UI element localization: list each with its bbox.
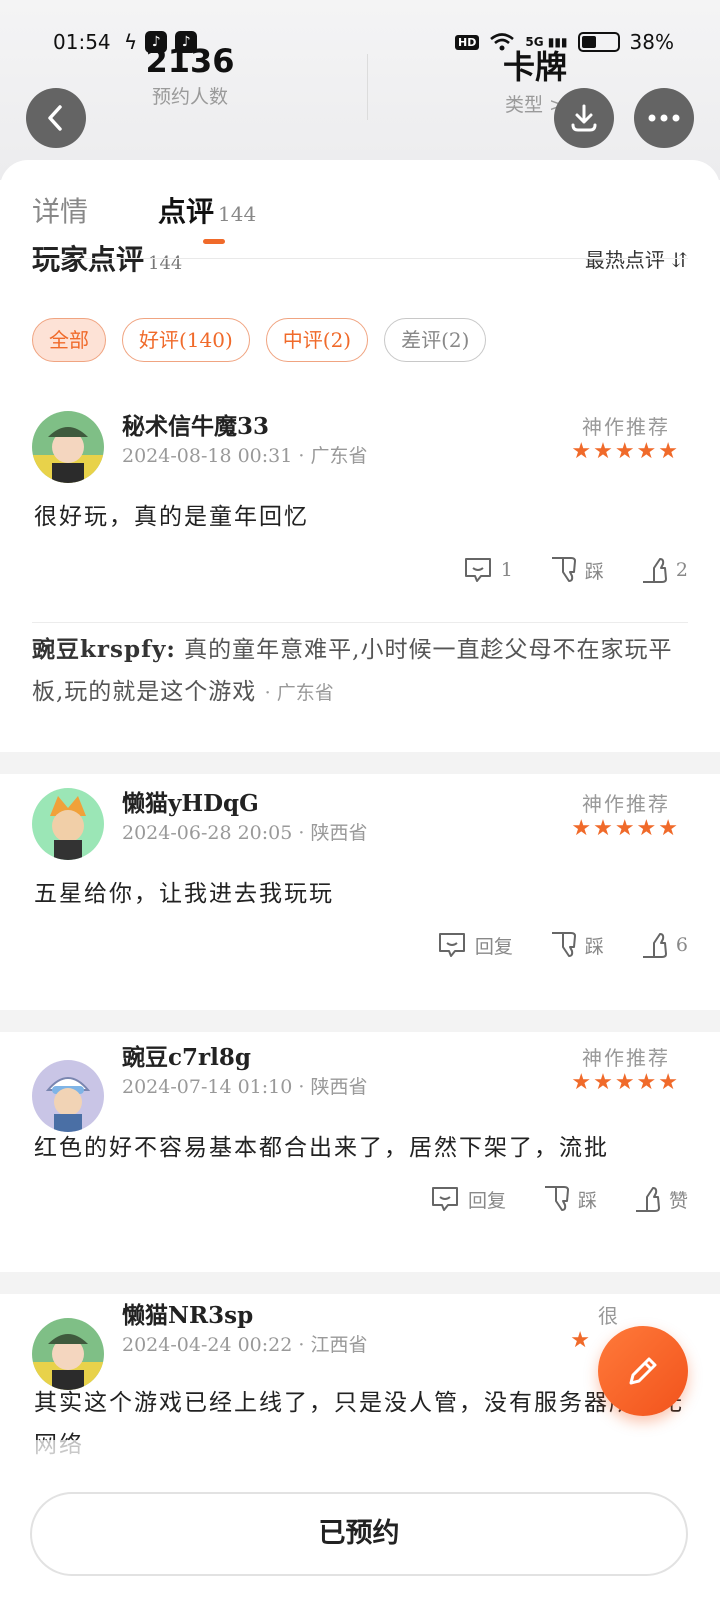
comment-icon bbox=[431, 1187, 458, 1211]
tab-label: 点评 bbox=[158, 195, 215, 228]
back-button[interactable] bbox=[26, 88, 86, 148]
section-count: 144 bbox=[148, 253, 183, 274]
stat-value: 2136 bbox=[145, 42, 235, 80]
tab-reviews[interactable]: 点评 144 bbox=[158, 190, 256, 230]
download-button[interactable] bbox=[554, 88, 614, 148]
reply-button[interactable]: 回复 bbox=[437, 930, 513, 960]
stat-value: 卡牌 bbox=[502, 48, 567, 86]
review-username[interactable]: 秘术信牛魔33 bbox=[122, 407, 269, 441]
star-rating: ★★★★★ bbox=[571, 1070, 680, 1095]
more-button[interactable] bbox=[634, 88, 694, 148]
status-bar: 01:54 ϟ ♪ ♪ HD 5G ▮▮▮ 38% bbox=[0, 26, 720, 60]
thumbs-up-icon bbox=[635, 1187, 660, 1212]
battery-icon bbox=[577, 32, 620, 52]
more-icon bbox=[648, 114, 680, 122]
reply-button[interactable]: 回复 bbox=[430, 1184, 506, 1214]
dislike-button[interactable]: 踩 bbox=[549, 555, 604, 585]
reply-label: 回复 bbox=[467, 1189, 506, 1212]
write-review-button[interactable] bbox=[598, 1326, 688, 1416]
stat-divider bbox=[367, 54, 368, 120]
card-separator bbox=[0, 1272, 720, 1294]
star-rating: ★★★★★ bbox=[571, 439, 680, 464]
reply-province: · 广东省 bbox=[264, 682, 334, 704]
tab-count: 144 bbox=[218, 202, 257, 226]
star-rating: ★★★★★ bbox=[571, 816, 680, 841]
reply-label: 回复 bbox=[474, 935, 513, 958]
filter-chips: 全部 好评(140) 中评(2) 差评(2) bbox=[32, 318, 487, 362]
like-label: 赞 bbox=[668, 1189, 688, 1212]
review-card: 懒猫yHDqG 2024-06-28 20:05 · 陕西省 神作推荐 ★★★★… bbox=[0, 774, 720, 1008]
download-icon bbox=[571, 104, 597, 132]
review-card: 豌豆c7rl8g 2024-07-14 01:10 · 陕西省 神作推荐 ★★★… bbox=[0, 1032, 720, 1270]
stat-label: 预约人数 bbox=[151, 86, 228, 108]
comment-icon bbox=[438, 933, 465, 957]
review-recommend: 很 bbox=[598, 1304, 620, 1328]
hd-icon: HD bbox=[455, 34, 480, 50]
dislike-button[interactable]: 踩 bbox=[542, 1184, 597, 1214]
avatar[interactable] bbox=[32, 1318, 104, 1390]
tab-detail[interactable]: 详情 bbox=[32, 190, 88, 230]
review-recommend: 神作推荐 bbox=[582, 792, 670, 816]
review-card: 秘术信牛魔33 2024-08-18 00:31 · 广东省 神作推荐 ★★★★… bbox=[0, 395, 720, 750]
status-time: 01:54 bbox=[53, 30, 111, 54]
like-button[interactable]: 赞 bbox=[633, 1184, 688, 1214]
avatar[interactable] bbox=[32, 411, 104, 483]
battery-level: 38% bbox=[629, 30, 674, 54]
avatar[interactable] bbox=[32, 788, 104, 860]
review-content: 五星给你，让我进去我玩玩 bbox=[34, 881, 334, 907]
section-header: 玩家点评 144 最热点评 ⇵ bbox=[32, 244, 688, 276]
thumbs-down-icon bbox=[551, 557, 576, 582]
review-content: 很好玩，真的是童年回忆 bbox=[34, 504, 309, 530]
sort-label: 最热点评 bbox=[584, 248, 665, 272]
stat-reservations: 2136 预约人数 bbox=[140, 42, 240, 109]
avatar[interactable] bbox=[32, 1060, 104, 1132]
card-separator bbox=[0, 1010, 720, 1032]
review-content: 红色的好不容易基本都合出来了，居然下架了，流批 bbox=[34, 1135, 609, 1161]
review-meta: 2024-04-24 00:22 · 江西省 bbox=[122, 1334, 368, 1356]
review-actions: 1 踩 2 bbox=[463, 555, 688, 585]
star-rating: ★ bbox=[570, 1328, 592, 1353]
review-recommend: 神作推荐 bbox=[582, 415, 670, 439]
pencil-icon bbox=[629, 1357, 657, 1385]
reserved-button[interactable]: 已预约 bbox=[30, 1492, 688, 1576]
sort-icon: ⇵ bbox=[671, 248, 688, 272]
review-meta: 2024-06-28 20:05 · 陕西省 bbox=[122, 822, 368, 844]
dislike-label: 踩 bbox=[584, 560, 604, 583]
card-separator bbox=[0, 752, 720, 774]
review-meta: 2024-08-18 00:31 · 广东省 bbox=[122, 445, 368, 467]
reply-preview[interactable]: 豌豆krspfy: 真的童年意难平,小时候一直趁父母不在家玩平板,玩的就是这个游… bbox=[32, 629, 688, 714]
thumbs-down-icon bbox=[544, 1186, 569, 1211]
thumbs-up-icon bbox=[642, 933, 667, 958]
dislike-label: 踩 bbox=[584, 935, 604, 958]
review-meta: 2024-07-14 01:10 · 陕西省 bbox=[122, 1076, 368, 1098]
thumbs-down-icon bbox=[551, 932, 576, 957]
thumbs-up-icon bbox=[642, 558, 667, 583]
filter-positive[interactable]: 好评(140) bbox=[122, 318, 250, 362]
section-title: 玩家点评 144 bbox=[32, 244, 183, 276]
reply-count: 1 bbox=[500, 559, 513, 581]
comment-icon bbox=[464, 558, 491, 582]
dislike-label: 踩 bbox=[577, 1189, 597, 1212]
charging-icon: ϟ bbox=[124, 30, 138, 54]
review-actions: 回复 踩 赞 bbox=[430, 1184, 688, 1214]
reply-button[interactable]: 1 bbox=[463, 555, 513, 585]
filter-negative[interactable]: 差评(2) bbox=[384, 318, 487, 362]
review-username[interactable]: 懒猫yHDqG bbox=[122, 784, 259, 818]
filter-all[interactable]: 全部 bbox=[32, 318, 106, 362]
chevron-left-icon bbox=[48, 105, 62, 131]
review-recommend: 神作推荐 bbox=[582, 1046, 670, 1070]
like-button[interactable]: 6 bbox=[640, 930, 688, 960]
review-username[interactable]: 豌豆c7rl8g bbox=[122, 1038, 251, 1072]
tab-label: 详情 bbox=[32, 195, 89, 228]
tab-divider bbox=[32, 258, 688, 259]
reply-author: 豌豆krspfy: bbox=[32, 636, 176, 663]
like-count: 6 bbox=[675, 934, 688, 956]
review-username[interactable]: 懒猫NR3sp bbox=[122, 1296, 253, 1330]
divider bbox=[32, 622, 688, 623]
dislike-button[interactable]: 踩 bbox=[549, 930, 604, 960]
like-button[interactable]: 2 bbox=[640, 555, 688, 585]
filter-neutral[interactable]: 中评(2) bbox=[265, 318, 369, 362]
like-count: 2 bbox=[675, 559, 688, 581]
review-actions: 回复 踩 6 bbox=[437, 930, 688, 960]
